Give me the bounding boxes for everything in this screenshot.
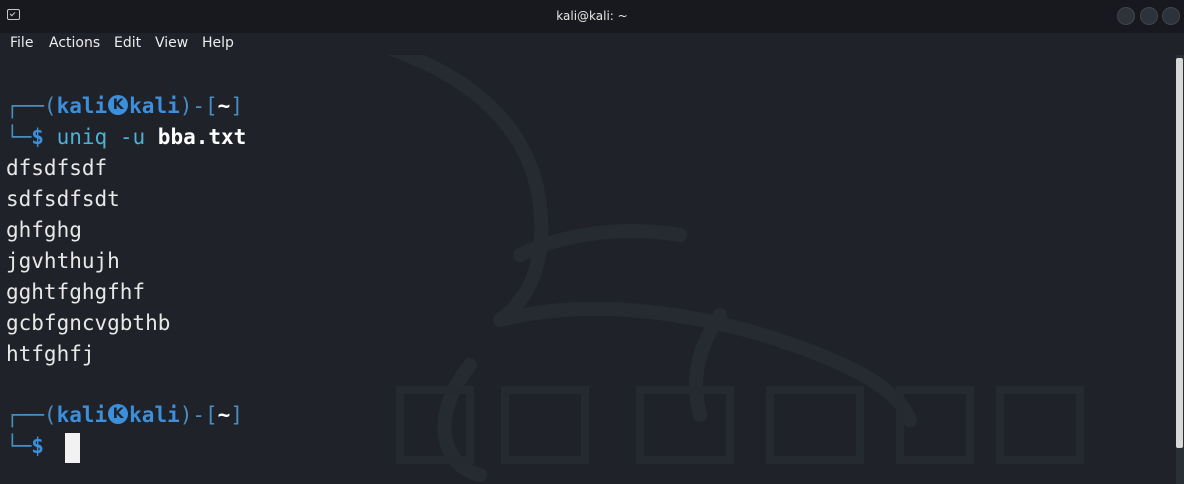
maximize-button[interactable]	[1140, 7, 1158, 25]
output-line: ghfghg	[6, 218, 82, 242]
output-line: dfsdfsdf	[6, 156, 108, 180]
menu-view[interactable]: View	[155, 35, 188, 51]
prompt-host: kali	[129, 403, 180, 427]
output-line: sdfsdfsdt	[6, 187, 120, 211]
prompt-host: kali	[129, 94, 180, 118]
close-button[interactable]	[1162, 7, 1180, 25]
prompt-dollar: $	[31, 434, 44, 458]
kali-logo-icon	[108, 404, 129, 424]
window-title: kali@kali: ~	[556, 9, 628, 23]
prompt-user: kali	[56, 94, 108, 118]
kali-logo-icon	[108, 95, 129, 115]
output-line: gghtfghgfhf	[6, 280, 146, 304]
command-flag: -u	[119, 125, 146, 149]
input-line[interactable]: └─$	[6, 431, 44, 461]
output-line: htfghfj	[6, 342, 95, 366]
minimize-button[interactable]	[1117, 7, 1135, 25]
menu-help[interactable]: Help	[202, 35, 234, 51]
output-line: jgvhthujh	[6, 249, 120, 273]
command-arg: bba.txt	[157, 125, 247, 149]
command-line: └─$ uniq -u bba.txt	[6, 125, 247, 149]
menu-actions[interactable]: Actions	[49, 35, 100, 51]
output-line: gcbfgncvgbthb	[6, 311, 171, 335]
title-bar: kali@kali: ~	[0, 0, 1184, 33]
prompt-path: ~	[217, 403, 231, 427]
text-cursor	[65, 433, 80, 463]
menu-file[interactable]: File	[10, 35, 33, 51]
prompt-path: ~	[217, 94, 231, 118]
prompt-line-1: ┌──(kalikali)-[~]	[6, 91, 243, 121]
prompt-user: kali	[56, 403, 108, 427]
prompt-dollar: $	[31, 125, 44, 149]
menu-edit[interactable]: Edit	[114, 35, 141, 51]
prompt-line-2: ┌──(kalikali)-[~]	[6, 400, 243, 430]
command-name: uniq	[56, 125, 108, 149]
scrollbar-thumb[interactable]	[1176, 58, 1183, 448]
menu-bar: File Actions Edit View Help	[0, 33, 1184, 55]
